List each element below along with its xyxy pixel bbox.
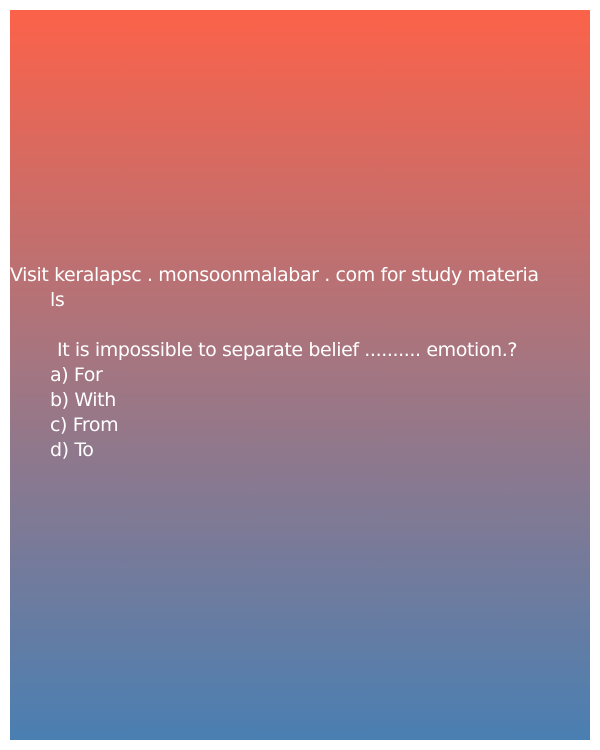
option-d: d) To [50,439,94,461]
promo-text-line-2: ls [50,289,65,311]
card-content: Visit keralapsc . monsoonmalabar . com f… [10,263,590,463]
option-c: c) From [50,414,119,436]
promo-text-line-1: Visit keralapsc . monsoonmalabar . com f… [10,264,539,286]
option-b: b) With [50,389,116,411]
question-card: Visit keralapsc . monsoonmalabar . com f… [10,10,590,740]
option-a: a) For [50,364,103,386]
question-text: It is impossible to separate belief ....… [57,339,518,361]
